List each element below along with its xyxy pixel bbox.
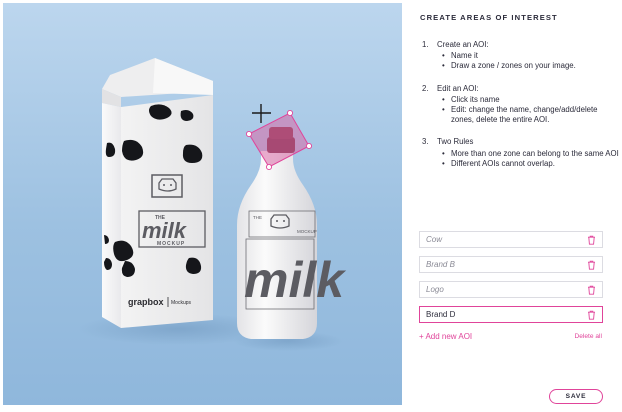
bottle-milk-text: milk <box>244 252 346 308</box>
aoi-name[interactable]: Brand D <box>426 310 455 319</box>
step-number: 1. <box>422 40 429 49</box>
bottle-mockup-text: MOCKUP <box>297 229 317 234</box>
image-canvas[interactable]: THE milk MOCKUP grapbox Mockups THE MOCK… <box>3 3 402 405</box>
add-new-aoi-link[interactable]: + Add new AOI <box>419 332 472 341</box>
step-1: 1. Create an AOI: Name it Draw a zone / … <box>420 40 620 72</box>
aoi-item-brand-d[interactable]: Brand D <box>419 306 603 323</box>
trash-icon[interactable] <box>587 310 596 320</box>
instructions: 1. Create an AOI: Name it Draw a zone / … <box>420 40 620 181</box>
aoi-name[interactable]: Logo <box>426 285 444 294</box>
trash-icon[interactable] <box>587 235 596 245</box>
aoi-item-cow[interactable]: Cow <box>419 231 603 248</box>
step-number: 2. <box>422 83 429 93</box>
step-2: 2. Edit an AOI: Click its name Edit: cha… <box>420 84 620 126</box>
step-bullet: Different AOIs cannot overlap. <box>437 159 620 169</box>
panel-title: CREATE AREAS OF INTEREST <box>420 13 558 22</box>
carton-milk-text: milk <box>142 218 188 243</box>
bottle-the-text: THE <box>253 215 262 220</box>
aoi-panel: CREATE AREAS OF INTEREST 1. Create an AO… <box>412 0 622 412</box>
save-button[interactable]: SAVE <box>549 389 603 404</box>
carton-brand-text: grapbox <box>128 297 164 307</box>
step-bullet: More than one zone can belong to the sam… <box>437 149 620 159</box>
trash-icon[interactable] <box>587 285 596 295</box>
delete-all-link[interactable]: Delete all <box>575 333 603 340</box>
aoi-item-brand-b[interactable]: Brand B <box>419 256 603 273</box>
aoi-list: Cow Brand B Logo Brand D <box>419 231 603 331</box>
step-bullet: Click its name <box>437 95 620 105</box>
step-label: Create an AOI: <box>437 40 489 49</box>
zone-handle-top-left[interactable] <box>245 130 253 138</box>
aoi-item-logo[interactable]: Logo <box>419 281 603 298</box>
step-3: 3. Two Rules More than one zone can belo… <box>420 137 620 169</box>
zone-handle-top-right[interactable] <box>286 109 294 117</box>
step-number: 3. <box>422 137 429 147</box>
step-bullet: Draw a zone / zones on your image. <box>437 61 620 71</box>
step-bullet: Name it <box>437 51 620 61</box>
zone-handle-bottom-right[interactable] <box>305 142 313 150</box>
zone-handle-bottom-left[interactable] <box>265 163 273 171</box>
carton-mockup-text: MOCKUP <box>157 241 185 247</box>
trash-icon[interactable] <box>587 260 596 270</box>
aoi-name[interactable]: Cow <box>426 235 442 244</box>
step-bullet: Edit: change the name, change/add/delete… <box>437 105 620 125</box>
step-label: Two Rules <box>437 137 474 147</box>
step-label: Edit an AOI: <box>437 83 479 93</box>
carton-brand-small: Mockups <box>171 300 192 306</box>
aoi-name[interactable]: Brand B <box>426 260 455 269</box>
